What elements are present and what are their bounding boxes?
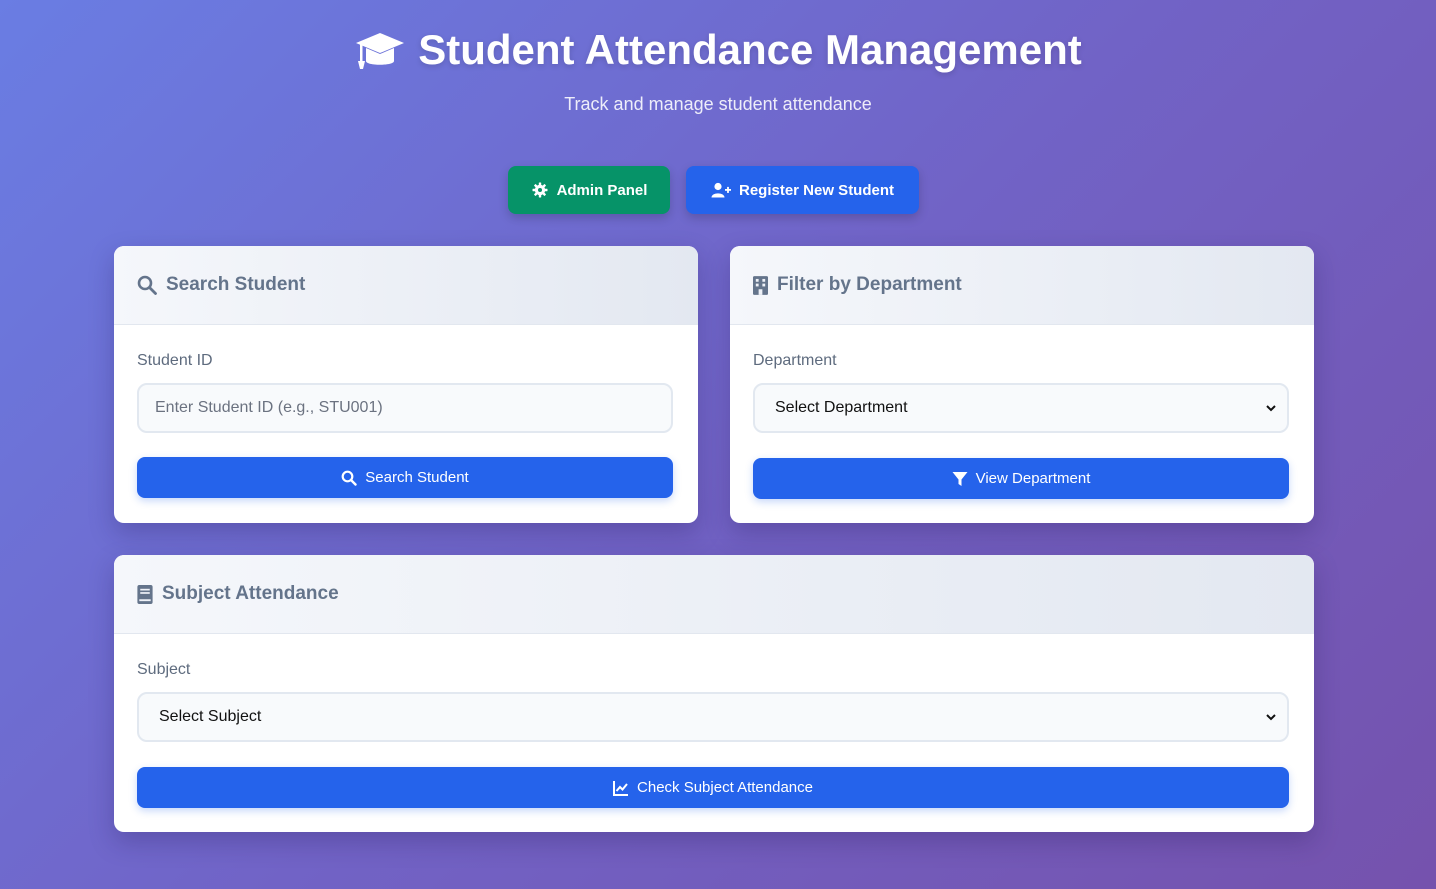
filter-icon bbox=[952, 471, 968, 486]
subject-select[interactable]: Select Subject bbox=[137, 692, 1289, 742]
department-label: Department bbox=[753, 352, 837, 369]
subject-selected-value: Select Subject bbox=[159, 708, 262, 725]
building-icon bbox=[753, 275, 768, 295]
page-title: Student Attendance Management bbox=[0, 24, 1436, 76]
department-filter-card: Filter by Department Department Select D… bbox=[730, 246, 1314, 523]
search-icon bbox=[137, 275, 157, 295]
subject-card-title: Subject Attendance bbox=[162, 583, 339, 604]
search-student-button-label: Search Student bbox=[365, 469, 469, 486]
check-subject-attendance-label: Check Subject Attendance bbox=[637, 779, 813, 796]
subject-attendance-card: Subject Attendance Subject Select Subjec… bbox=[114, 555, 1314, 832]
register-student-label: Register New Student bbox=[738, 181, 895, 199]
student-id-placeholder: Enter Student ID (e.g., STU001) bbox=[155, 399, 383, 416]
line-chart-icon bbox=[613, 780, 629, 796]
department-select[interactable]: Select Department bbox=[753, 383, 1289, 433]
check-subject-attendance-button[interactable]: Check Subject Attendance bbox=[137, 767, 1289, 808]
department-selected-value: Select Department bbox=[775, 399, 908, 416]
chevron-down-icon bbox=[1266, 714, 1276, 721]
view-department-button[interactable]: View Department bbox=[753, 458, 1289, 499]
search-student-button[interactable]: Search Student bbox=[137, 457, 673, 498]
search-student-card: Search Student Student ID Enter Student … bbox=[114, 246, 698, 523]
student-id-input[interactable]: Enter Student ID (e.g., STU001) bbox=[137, 383, 673, 433]
page-subtitle: Track and manage student attendance bbox=[564, 94, 872, 114]
page-title-text: Student Attendance Management bbox=[418, 26, 1082, 73]
subject-label: Subject bbox=[137, 661, 191, 678]
admin-panel-label: Admin Panel bbox=[556, 181, 648, 199]
book-icon bbox=[137, 584, 153, 604]
student-id-label: Student ID bbox=[137, 352, 213, 369]
graduation-cap-icon bbox=[356, 33, 405, 69]
chevron-down-icon bbox=[1266, 405, 1276, 412]
user-plus-icon bbox=[711, 182, 731, 198]
search-icon bbox=[341, 470, 357, 486]
view-department-button-label: View Department bbox=[975, 470, 1091, 487]
admin-panel-button[interactable]: Admin Panel bbox=[508, 166, 670, 214]
subject-card-header: Subject Attendance bbox=[114, 555, 1314, 634]
department-card-header: Filter by Department bbox=[730, 246, 1314, 325]
search-card-title: Search Student bbox=[166, 274, 306, 295]
register-student-button[interactable]: Register New Student bbox=[686, 166, 919, 214]
gear-icon bbox=[532, 182, 548, 198]
search-card-header: Search Student bbox=[114, 246, 698, 325]
department-card-title: Filter by Department bbox=[777, 274, 962, 295]
